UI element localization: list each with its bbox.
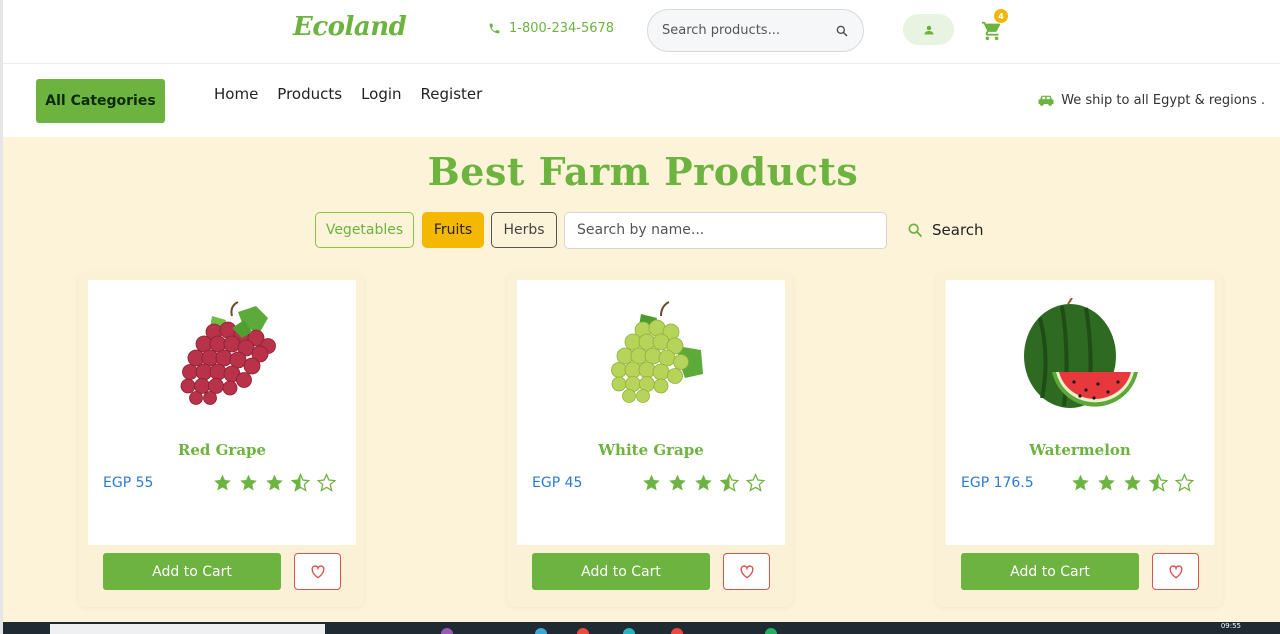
- car-icon: [1038, 95, 1054, 106]
- filter-vegetables[interactable]: Vegetables: [315, 212, 414, 248]
- star-empty-icon: [746, 473, 765, 492]
- star-half-icon: [1149, 473, 1168, 492]
- star-full-icon: [1072, 474, 1089, 491]
- star-full-icon: [214, 474, 231, 491]
- red-grape-image: [180, 300, 276, 405]
- product-image-red-grape[interactable]: [88, 290, 356, 425]
- heart-icon: [311, 564, 324, 579]
- main-nav: Home Products Login Register: [214, 85, 482, 103]
- taskbar-clock: 09:55: [1220, 622, 1241, 630]
- app-icon[interactable]: [441, 628, 453, 634]
- product-card-body[interactable]: Watermelon EGP 176.5: [946, 280, 1214, 545]
- star-empty-icon: [1175, 473, 1194, 492]
- cart-icon[interactable]: [981, 20, 1003, 42]
- star-full-icon: [669, 474, 686, 491]
- wishlist-button[interactable]: [294, 553, 341, 590]
- star-full-icon: [266, 474, 283, 491]
- user-icon: [924, 25, 933, 34]
- product-card-body[interactable]: Red Grape EGP 55: [88, 280, 356, 545]
- product-image-watermelon[interactable]: [946, 290, 1214, 425]
- product-card: Red Grape EGP 55 Add to Cart: [78, 273, 364, 607]
- product-price: EGP 176.5: [961, 475, 1034, 491]
- all-categories-button[interactable]: All Categories: [36, 79, 165, 123]
- filter-herbs[interactable]: Herbs: [491, 212, 557, 248]
- nav-login[interactable]: Login: [361, 85, 401, 103]
- product-price: EGP 55: [103, 475, 154, 491]
- search-icon: [908, 223, 922, 237]
- product-name[interactable]: White Grape: [517, 441, 785, 459]
- wishlist-button[interactable]: [723, 553, 770, 590]
- nav-products[interactable]: Products: [277, 85, 342, 103]
- star-half-icon: [291, 473, 310, 492]
- search-button-label: Search: [932, 221, 984, 239]
- nav-home[interactable]: Home: [214, 85, 258, 103]
- wishlist-button[interactable]: [1152, 553, 1199, 590]
- heart-icon: [1169, 564, 1182, 579]
- star-empty-icon: [317, 473, 336, 492]
- os-taskbar: 09:55: [3, 622, 1280, 634]
- product-card-body[interactable]: White Grape EGP 45: [517, 280, 785, 545]
- phone-number: 1-800-234-5678: [509, 21, 615, 36]
- product-price: EGP 45: [532, 475, 583, 491]
- product-card: Watermelon EGP 176.5 Add to Cart: [936, 273, 1222, 607]
- navigation-bar: All Categories Home Products Login Regis…: [3, 64, 1280, 137]
- star-full-icon: [240, 474, 257, 491]
- shipping-text: We ship to all Egypt & regions .: [1061, 93, 1265, 108]
- filter-fruits[interactable]: Fruits: [422, 212, 484, 248]
- product-name[interactable]: Red Grape: [88, 441, 356, 459]
- add-to-cart-button[interactable]: Add to Cart: [532, 553, 710, 590]
- add-to-cart-button[interactable]: Add to Cart: [103, 553, 281, 590]
- site-logo[interactable]: Ecoland: [293, 12, 407, 42]
- search-button[interactable]: Search: [907, 221, 984, 239]
- rating-stars: [1071, 473, 1194, 492]
- app-icon[interactable]: [535, 628, 547, 634]
- taskbar-search[interactable]: [50, 624, 325, 634]
- rating-stars: [213, 473, 336, 492]
- section-heading: Best Farm Products: [427, 149, 859, 194]
- star-full-icon: [1124, 474, 1141, 491]
- white-grape-image: [611, 300, 703, 403]
- star-full-icon: [643, 474, 660, 491]
- nav-register[interactable]: Register: [421, 85, 483, 103]
- app-icon[interactable]: [577, 628, 589, 634]
- app-icon[interactable]: [765, 628, 777, 634]
- product-card: White Grape EGP 45 Add to Cart: [507, 273, 793, 607]
- cart-count-badge: 4: [994, 9, 1008, 23]
- top-header: Ecoland 1-800-234-5678 4: [3, 0, 1280, 64]
- phone-contact[interactable]: 1-800-234-5678: [488, 21, 614, 36]
- search-icon[interactable]: [835, 24, 849, 38]
- product-image-white-grape[interactable]: [517, 290, 785, 425]
- product-search-input[interactable]: [662, 23, 835, 38]
- user-account-button[interactable]: [903, 14, 954, 45]
- products-section: Best Farm Products Vegetables Fruits Her…: [3, 137, 1280, 622]
- page: Ecoland 1-800-234-5678 4 All Categories …: [0, 0, 1280, 634]
- app-icon[interactable]: [623, 628, 635, 634]
- rating-stars: [642, 473, 765, 492]
- heart-icon: [740, 564, 753, 579]
- filter-bar: Vegetables Fruits Herbs Search: [315, 211, 984, 249]
- add-to-cart-button[interactable]: Add to Cart: [961, 553, 1139, 590]
- product-search-box: [647, 9, 864, 52]
- name-search-input[interactable]: [564, 211, 887, 249]
- phone-icon: [489, 23, 500, 34]
- star-full-icon: [1098, 474, 1115, 491]
- watermelon-image: [1024, 297, 1138, 408]
- app-icon[interactable]: [671, 628, 683, 634]
- shipping-notice: We ship to all Egypt & regions .: [1037, 93, 1265, 108]
- star-half-icon: [720, 473, 739, 492]
- star-full-icon: [695, 474, 712, 491]
- product-name[interactable]: Watermelon: [946, 441, 1214, 459]
